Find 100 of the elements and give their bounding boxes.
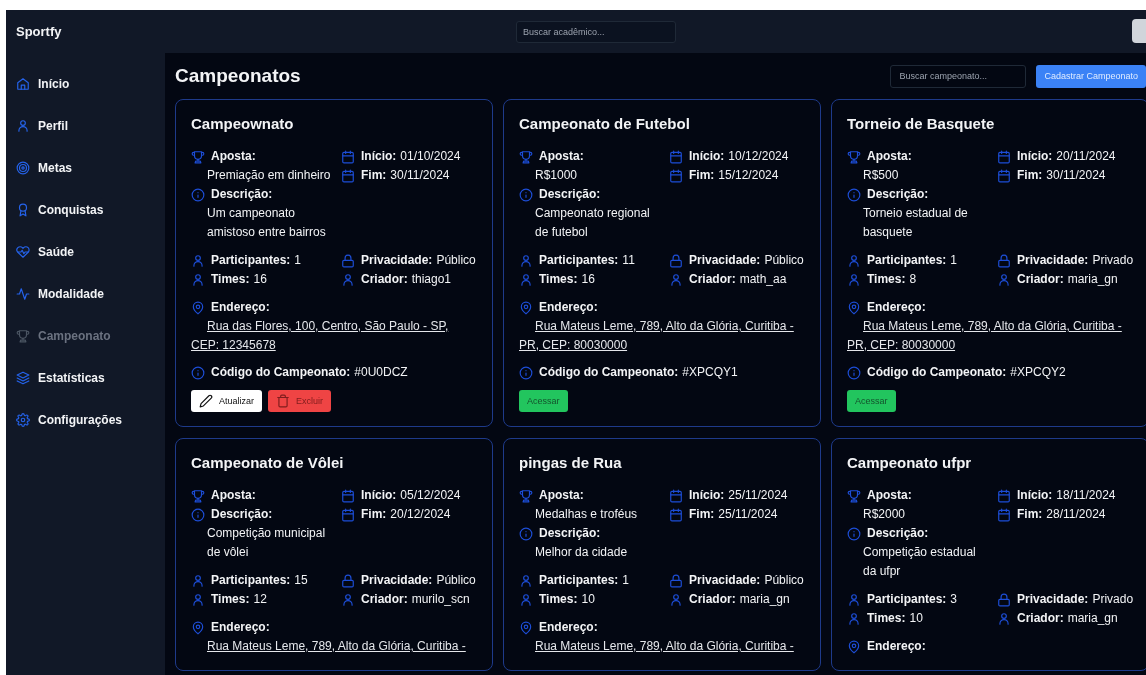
description-text: Competição estadual da ufpr [862, 544, 977, 580]
participants-count: Participantes: 3 [867, 591, 958, 608]
end-date: Fim: 30/11/2024 [1017, 167, 1106, 184]
trash-icon [276, 394, 290, 408]
user-icon [341, 272, 355, 287]
card-title: Campeonato ufpr [847, 453, 973, 473]
calendar-icon [669, 488, 683, 503]
teams-count: Times: 16 [211, 271, 267, 288]
teams-count: Times: 12 [211, 591, 267, 608]
layers-icon [16, 371, 30, 385]
bet-label: Aposta: [211, 487, 256, 504]
start-date: Início: 18/11/2024 [1017, 487, 1116, 504]
calendar-icon [997, 507, 1011, 522]
user-icon [997, 272, 1011, 287]
trophy-icon [16, 329, 30, 343]
end-date: Fim: 30/11/2024 [361, 167, 450, 184]
calendar-icon [669, 168, 683, 183]
start-date: Início: 20/11/2024 [1017, 148, 1116, 165]
calendar-icon [341, 168, 355, 183]
start-date: Início: 25/11/2024 [689, 487, 788, 504]
sidebar-item[interactable]: Modalidade [6, 273, 165, 315]
calendar-icon [341, 507, 355, 522]
settings-icon [16, 413, 30, 427]
sidebar-item[interactable]: Campeonato [6, 315, 165, 357]
sidebar-item[interactable]: Estatísticas [6, 357, 165, 399]
user-icon [16, 119, 30, 133]
sidebar-item[interactable]: Conquistas [6, 189, 165, 231]
sidebar-item[interactable]: Saúde [6, 231, 165, 273]
creator-text: Criador: thiago1 [361, 271, 452, 288]
description-label: Descrição: [539, 186, 601, 203]
search-field[interactable]: Buscar acadêmico... [516, 20, 676, 43]
info-icon [847, 365, 861, 380]
trophy-icon [847, 488, 861, 503]
description-text: Um campeonato amistoso entre bairros [206, 205, 327, 241]
address-label: Endereço: [539, 299, 598, 316]
championship-code: Código do Campeonato: #XPCQY2 [867, 364, 1066, 381]
sidebar-item[interactable]: Configurações [6, 399, 165, 441]
card-title: Torneio de Basquete [847, 114, 996, 134]
sidebar-item[interactable]: Início [6, 63, 165, 105]
user-icon [847, 272, 861, 287]
calendar-icon [669, 149, 683, 164]
privacy-text: Privacidade: Público [689, 252, 804, 269]
location-pin-icon [519, 620, 533, 635]
description-text: Melhor da cidade [534, 544, 629, 561]
search-field[interactable]: Buscar campeonato... [890, 64, 1027, 88]
location-pin-icon [519, 300, 533, 315]
location-pin-icon [191, 300, 205, 315]
sidebar-item[interactable]: Perfil [6, 105, 165, 147]
target-icon [16, 161, 30, 175]
teams-count: Times: 8 [867, 271, 917, 288]
calendar-icon [997, 488, 1011, 503]
bet-value: Medalhas e troféus [534, 506, 639, 523]
bet-value: Premiação em dinheiro [206, 167, 332, 184]
heart-pulse-icon [16, 245, 30, 259]
privacy-text: Privacidade: Público [689, 572, 804, 589]
user-icon [669, 592, 683, 607]
teams-count: Times: 10 [867, 610, 923, 627]
description-text: Campeonato regional de futebol [534, 205, 651, 241]
user-icon [519, 573, 533, 588]
address-link[interactable]: Rua Mateus Leme, 789, Alto da Glória, Curitiba - PR, CEP: 80030000 [847, 317, 1134, 355]
info-icon [191, 365, 205, 380]
card-title: Campeonato de Futebol [519, 114, 691, 134]
participants-count: Participantes: 1 [539, 572, 630, 589]
info-icon [519, 365, 533, 380]
user-icon [519, 592, 533, 607]
trophy-icon [191, 149, 205, 164]
lock-icon [669, 253, 683, 268]
description-label: Descrição: [867, 186, 929, 203]
address-link[interactable]: Rua das Flores, 100, Centro, São Paulo - SP, CEP: 12345678 [191, 317, 478, 355]
end-date: Fim: 15/12/2024 [689, 167, 779, 184]
start-date: Início: 01/10/2024 [361, 148, 461, 165]
info-icon [191, 187, 205, 202]
address-link[interactable]: Rua Mateus Leme, 789, Alto da Glória, Curitiba - [191, 637, 478, 656]
description-text: Torneio estadual de basquete [862, 205, 969, 241]
lock-icon [669, 573, 683, 588]
description-text: Competição municipal de vôlei [206, 525, 327, 561]
update-button[interactable]: Atualizar [191, 390, 262, 412]
start-date: Início: 10/12/2024 [689, 148, 789, 165]
access-button[interactable]: Acessar [519, 390, 568, 412]
participants-count: Participantes: 11 [539, 252, 635, 269]
brand-name: Sportfy [16, 24, 63, 39]
calendar-icon [997, 149, 1011, 164]
bet-label: Aposta: [539, 487, 584, 504]
card-title: Campeownato [191, 114, 295, 134]
address-label: Endereço: [211, 619, 270, 636]
end-date: Fim: 20/12/2024 [361, 506, 451, 523]
address-link[interactable]: Rua Mateus Leme, 789, Alto da Glória, Curitiba - PR, CEP: 80030000 [519, 317, 806, 355]
access-button[interactable]: Acessar [847, 390, 896, 412]
user-icon [519, 272, 533, 287]
page-title: Campeonatos [175, 65, 302, 87]
bet-label: Aposta: [867, 148, 912, 165]
trophy-icon [191, 488, 205, 503]
championship-code: Código do Campeonato: #XPCQY1 [539, 364, 738, 381]
lock-icon [997, 253, 1011, 268]
user-icon [191, 272, 205, 287]
calendar-icon [341, 149, 355, 164]
description-label: Descrição: [539, 525, 601, 542]
participants-count: Participantes: 15 [211, 572, 308, 589]
sidebar-item[interactable]: Metas [6, 147, 165, 189]
address-link[interactable]: Rua Mateus Leme, 789, Alto da Glória, Curitiba - [519, 637, 806, 656]
